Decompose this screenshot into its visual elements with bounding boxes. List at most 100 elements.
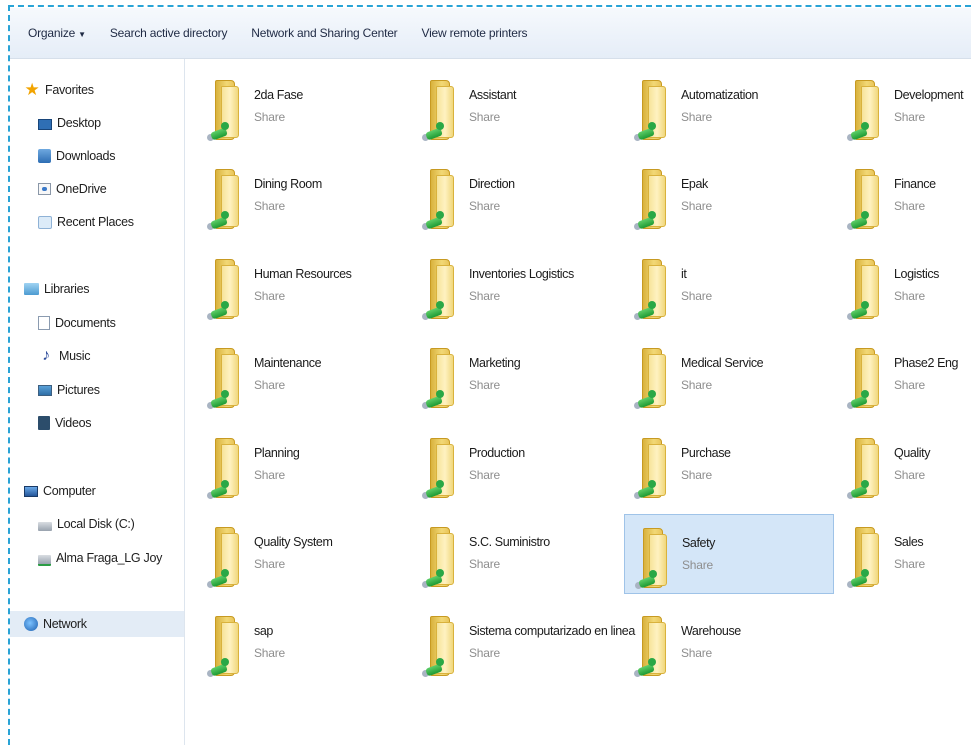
share-type: Share [894,289,926,303]
nav-videos[interactable]: Videos [38,412,92,434]
share-overlay-icon [634,480,660,499]
share-item[interactable]: Phase2 Eng Share [837,335,971,415]
videos-icon [38,416,50,430]
nav-music[interactable]: ♪ Music [38,345,90,367]
share-item[interactable]: Medical Service Share [624,335,834,415]
nav-label: Network [43,617,87,631]
nav-local-disk[interactable]: Local Disk (C:) [38,513,135,535]
nav-label: Alma Fraga_LG Joy [56,551,163,565]
nav-libraries[interactable]: Libraries [24,278,90,300]
shared-folder-icon [207,438,253,500]
network-sharing-center-button[interactable]: Network and Sharing Center [239,26,409,40]
nav-pictures[interactable]: Pictures [38,379,100,401]
share-item[interactable]: Sales Share [837,514,971,594]
view-remote-printers-button[interactable]: View remote printers [409,26,539,40]
share-name: Marketing [469,356,521,370]
share-item[interactable]: Marketing Share [412,335,622,415]
shared-folder-icon [207,259,253,321]
share-overlay-icon [422,658,448,677]
share-item[interactable]: Dining Room Share [197,156,407,236]
share-item[interactable]: Planning Share [197,425,407,505]
shared-folder-icon [634,80,680,142]
nav-network[interactable]: Network [10,611,184,637]
share-type: Share [681,289,713,303]
documents-icon [38,316,50,330]
nav-network-drive[interactable]: Alma Fraga_LG Joy [38,547,162,569]
nav-desktop[interactable]: Desktop [38,112,101,134]
selection-outline-top [8,5,971,7]
share-overlay-icon [634,390,660,409]
share-item[interactable]: Automatization Share [624,67,834,147]
share-type: Share [254,110,286,124]
shared-folder-icon [847,438,893,500]
share-type: Share [681,110,713,124]
share-overlay-icon [207,122,233,141]
share-type: Share [469,557,501,571]
share-name: Purchase [681,446,731,460]
share-item[interactable]: Logistics Share [837,246,971,326]
share-overlay-icon [847,390,873,409]
share-name: Inventories Logistics [469,267,574,281]
shares-grid: 2da Fase Share Assistant Share Automatizatio… [185,59,971,745]
share-item[interactable]: Epak Share [624,156,834,236]
share-item[interactable]: Quality System Share [197,514,407,594]
shared-folder-icon [422,527,468,589]
nav-recent-places[interactable]: Recent Places [38,211,134,233]
share-item[interactable]: Production Share [412,425,622,505]
share-overlay-icon [422,301,448,320]
nav-label: Documents [55,316,116,330]
share-item[interactable]: Warehouse Share [624,603,834,683]
nav-downloads[interactable]: Downloads [38,145,115,167]
share-item[interactable]: Purchase Share [624,425,834,505]
share-item[interactable]: it Share [624,246,834,326]
share-name: 2da Fase [254,88,303,102]
shared-folder-icon [634,169,680,231]
share-overlay-icon [634,658,660,677]
nav-label: Local Disk (C:) [57,517,135,531]
share-item[interactable]: Assistant Share [412,67,622,147]
shared-folder-icon [422,259,468,321]
organize-menu-button[interactable]: Organize ▼ [10,26,98,40]
nav-label: Computer [43,484,96,498]
music-icon: ♪ [42,347,50,364]
search-active-directory-button[interactable]: Search active directory [98,26,239,40]
share-item[interactable]: Maintenance Share [197,335,407,415]
share-item[interactable]: sap Share [197,603,407,683]
share-type: Share [894,110,926,124]
share-item[interactable]: Human Resources Share [197,246,407,326]
share-name: Medical Service [681,356,764,370]
nav-favorites[interactable]: ★ Favorites [24,79,95,101]
share-item[interactable]: Sistema computarizado en linea Share [412,603,635,683]
nav-computer[interactable]: Computer [24,480,96,502]
share-type: Share [469,110,501,124]
shared-folder-icon [422,616,468,678]
share-name: Safety [682,536,716,550]
share-item[interactable]: Inventories Logistics Share [412,246,622,326]
share-overlay-icon [634,301,660,320]
share-name: Logistics [894,267,940,281]
shared-folder-icon [634,259,680,321]
shared-folder-icon [207,616,253,678]
share-name: Sales [894,535,924,549]
share-type: Share [469,199,501,213]
share-item[interactable]: Finance Share [837,156,971,236]
share-item[interactable]: 2da Fase Share [197,67,407,147]
nav-label: Pictures [57,383,100,397]
share-item[interactable]: Development Share [837,67,971,147]
share-item[interactable]: S.C. Suministro Share [412,514,622,594]
nav-documents[interactable]: Documents [38,312,116,334]
share-item[interactable]: Quality Share [837,425,971,505]
share-item[interactable]: Direction Share [412,156,622,236]
share-name: Development [894,88,964,102]
dropdown-arrow-icon: ▼ [78,30,86,39]
share-overlay-icon [635,570,661,589]
share-item[interactable]: Safety Share [624,514,834,594]
nav-onedrive[interactable]: OneDrive [38,178,107,200]
share-name: it [681,267,687,281]
share-name: Sistema computarizado en linea [469,624,635,638]
shared-folder-icon [422,438,468,500]
nav-label: Desktop [57,116,101,130]
share-overlay-icon [207,301,233,320]
share-name: Automatization [681,88,759,102]
share-type: Share [469,646,501,660]
